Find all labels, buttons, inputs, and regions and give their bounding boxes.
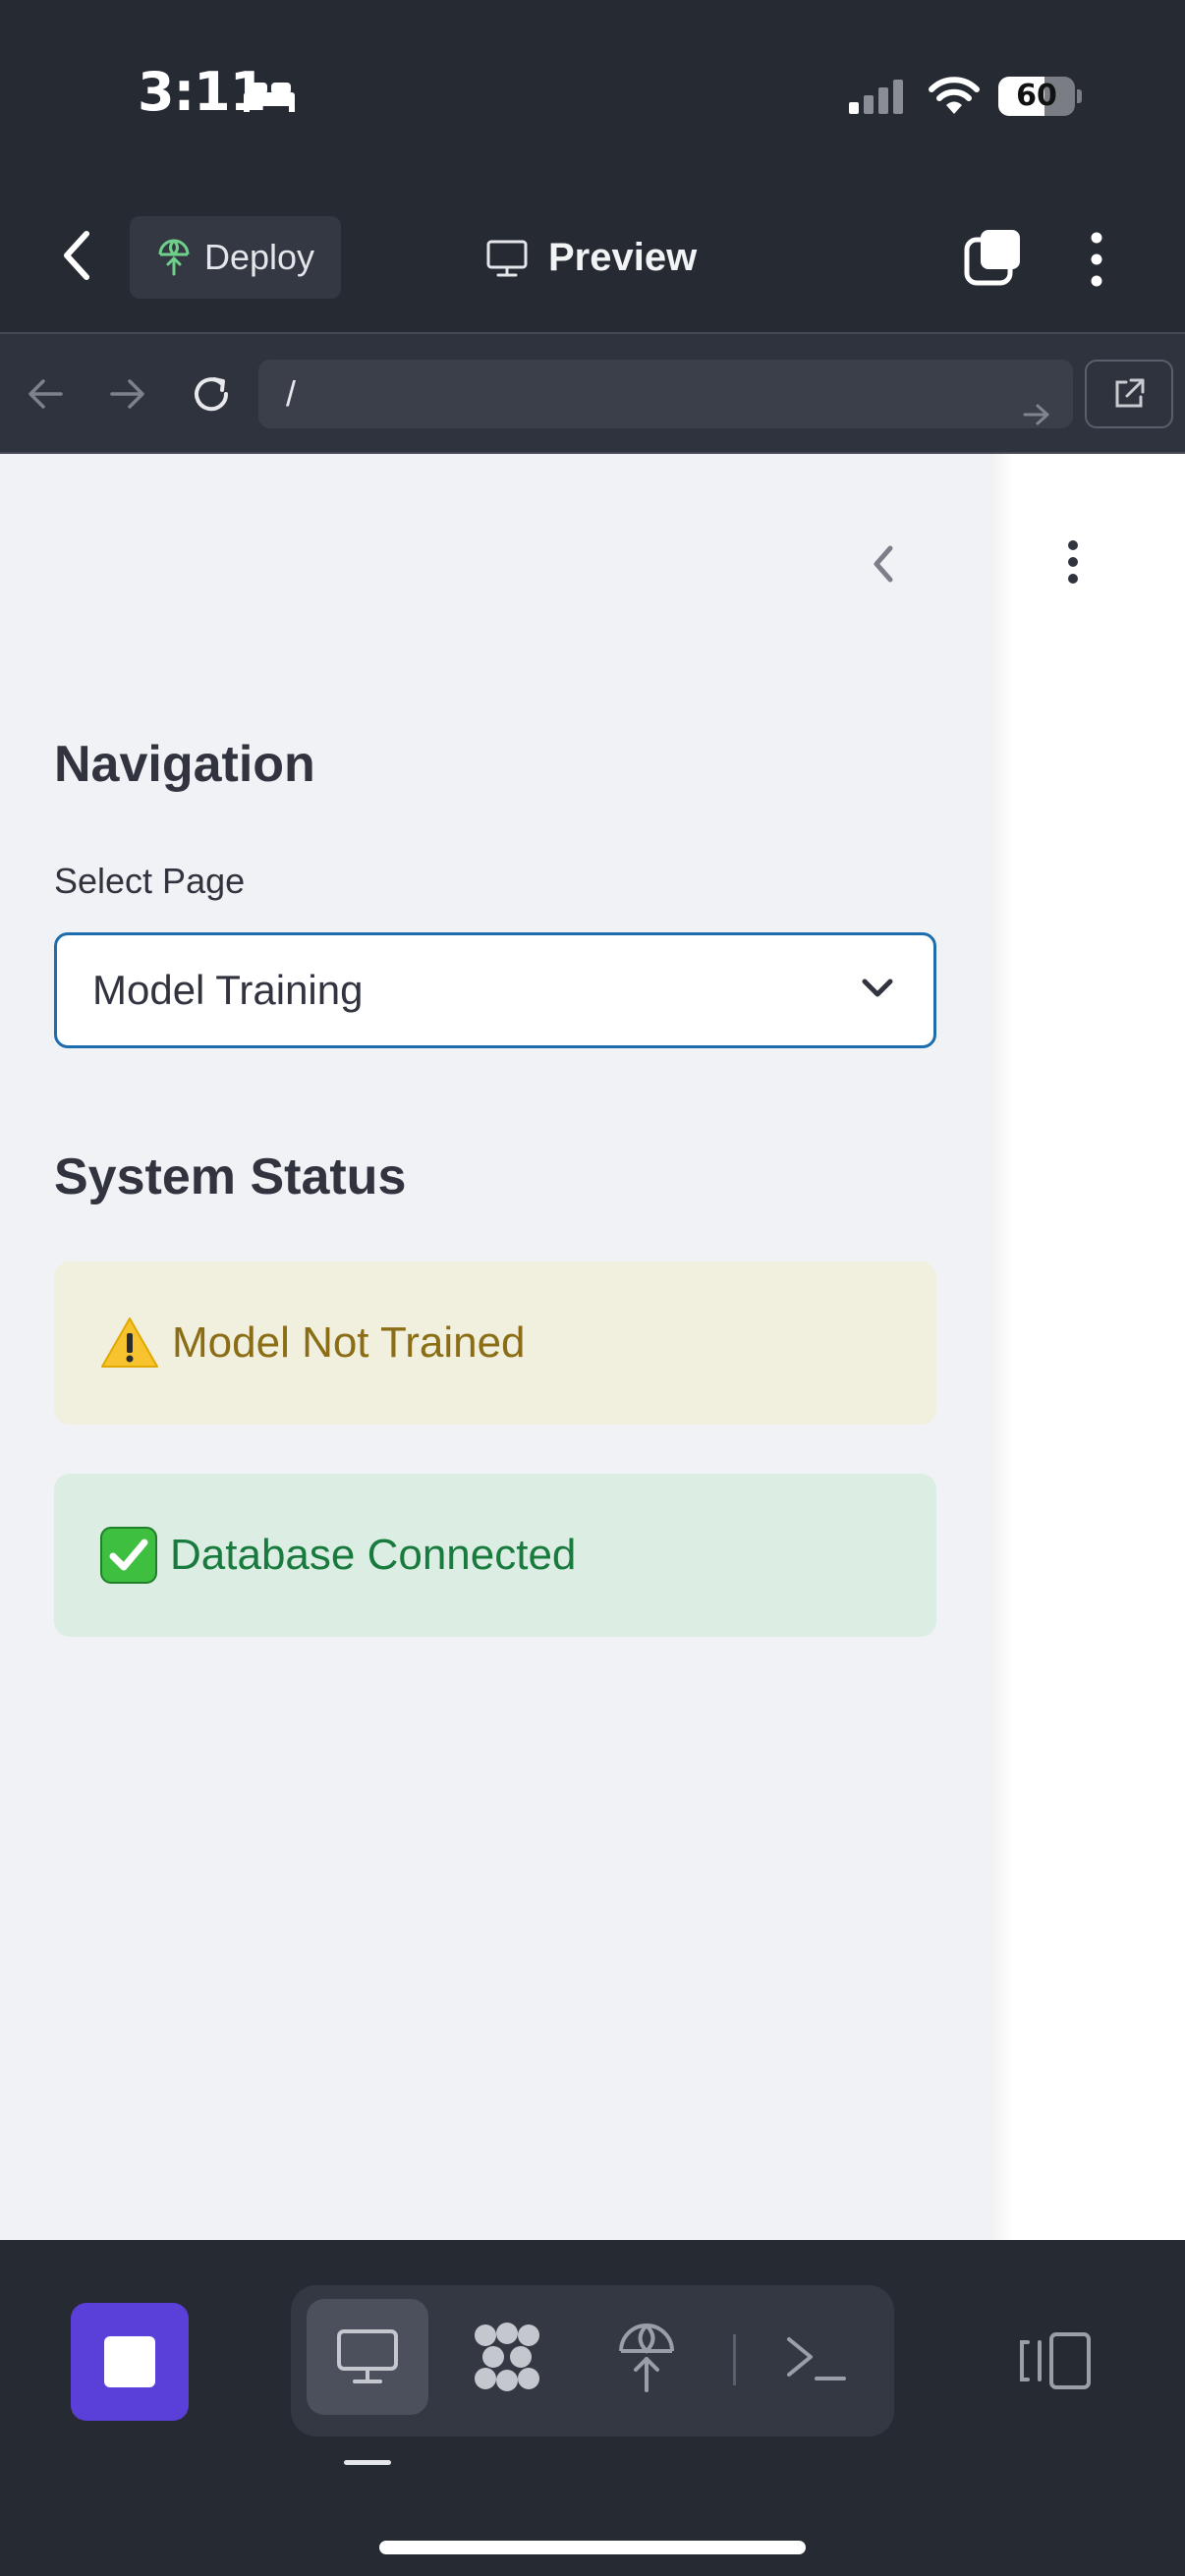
packages-icon bbox=[475, 2323, 539, 2391]
deploy-label: Deploy bbox=[204, 237, 315, 277]
page-title: Preview bbox=[548, 236, 698, 279]
stop-button[interactable] bbox=[71, 2303, 189, 2421]
app-menu-icon[interactable] bbox=[1063, 538, 1083, 592]
tool-deploy[interactable] bbox=[586, 2299, 707, 2415]
alert-text: Database Connected bbox=[170, 1531, 577, 1579]
terminal-icon bbox=[787, 2337, 846, 2380]
more-vertical-icon[interactable] bbox=[1085, 230, 1108, 294]
tool-switcher bbox=[291, 2285, 894, 2436]
arrow-left-icon[interactable] bbox=[26, 377, 65, 416]
navigation-heading: Navigation bbox=[54, 736, 315, 793]
deploy-icon bbox=[158, 239, 190, 276]
app-viewport: Navigation Select Page Model Training Sy… bbox=[0, 454, 1185, 2240]
stop-icon bbox=[104, 2336, 155, 2387]
back-chevron-icon[interactable] bbox=[59, 228, 94, 288]
collapse-sidebar-icon[interactable] bbox=[865, 540, 902, 592]
wifi-icon bbox=[927, 75, 982, 121]
monitor-icon bbox=[486, 240, 528, 276]
preview-tab[interactable]: Preview bbox=[485, 236, 697, 280]
split-view-icon[interactable] bbox=[1018, 2330, 1093, 2396]
external-link-icon bbox=[1115, 378, 1145, 408]
tool-packages[interactable] bbox=[446, 2299, 568, 2415]
deploy-icon bbox=[619, 2324, 674, 2392]
battery-icon: 60 bbox=[998, 77, 1082, 116]
toolbar-divider bbox=[733, 2334, 736, 2385]
page-select[interactable]: Model Training bbox=[54, 932, 936, 1048]
sidebar-edge bbox=[990, 454, 1012, 2240]
database-status-alert: Database Connected bbox=[54, 1474, 936, 1637]
go-arrow-icon[interactable] bbox=[1022, 381, 1051, 450]
check-box-icon bbox=[99, 1526, 158, 1585]
url-input[interactable]: / bbox=[258, 360, 1073, 428]
tool-terminal[interactable] bbox=[755, 2299, 876, 2415]
selected-page-value: Model Training bbox=[92, 967, 364, 1013]
home-indicator[interactable] bbox=[379, 2541, 806, 2554]
battery-percent: 60 bbox=[1016, 79, 1057, 113]
signal-icon bbox=[847, 79, 906, 121]
system-status-heading: System Status bbox=[54, 1148, 407, 1205]
bottom-toolbar bbox=[0, 2240, 1185, 2576]
warning-icon bbox=[99, 1316, 160, 1371]
model-status-alert: Model Not Trained bbox=[54, 1261, 936, 1425]
open-external-button[interactable] bbox=[1085, 360, 1173, 428]
alert-text: Model Not Trained bbox=[172, 1318, 526, 1367]
tabs-icon[interactable] bbox=[963, 228, 1022, 292]
bed-icon bbox=[242, 79, 297, 119]
app-header: Deploy Preview bbox=[0, 187, 1185, 332]
arrow-right-icon[interactable] bbox=[108, 377, 147, 416]
sidebar: Navigation Select Page Model Training Sy… bbox=[0, 454, 990, 2240]
select-page-label: Select Page bbox=[54, 861, 246, 901]
tool-preview[interactable] bbox=[307, 2299, 428, 2415]
url-text: / bbox=[286, 373, 297, 414]
status-bar: 3:11 60 bbox=[0, 0, 1185, 187]
active-tool-indicator bbox=[344, 2460, 391, 2465]
browser-bar: / bbox=[0, 332, 1185, 454]
deploy-button[interactable]: Deploy bbox=[130, 216, 341, 299]
chevron-down-icon bbox=[861, 977, 894, 1005]
monitor-icon bbox=[337, 2329, 398, 2383]
reload-icon[interactable] bbox=[189, 371, 234, 421]
